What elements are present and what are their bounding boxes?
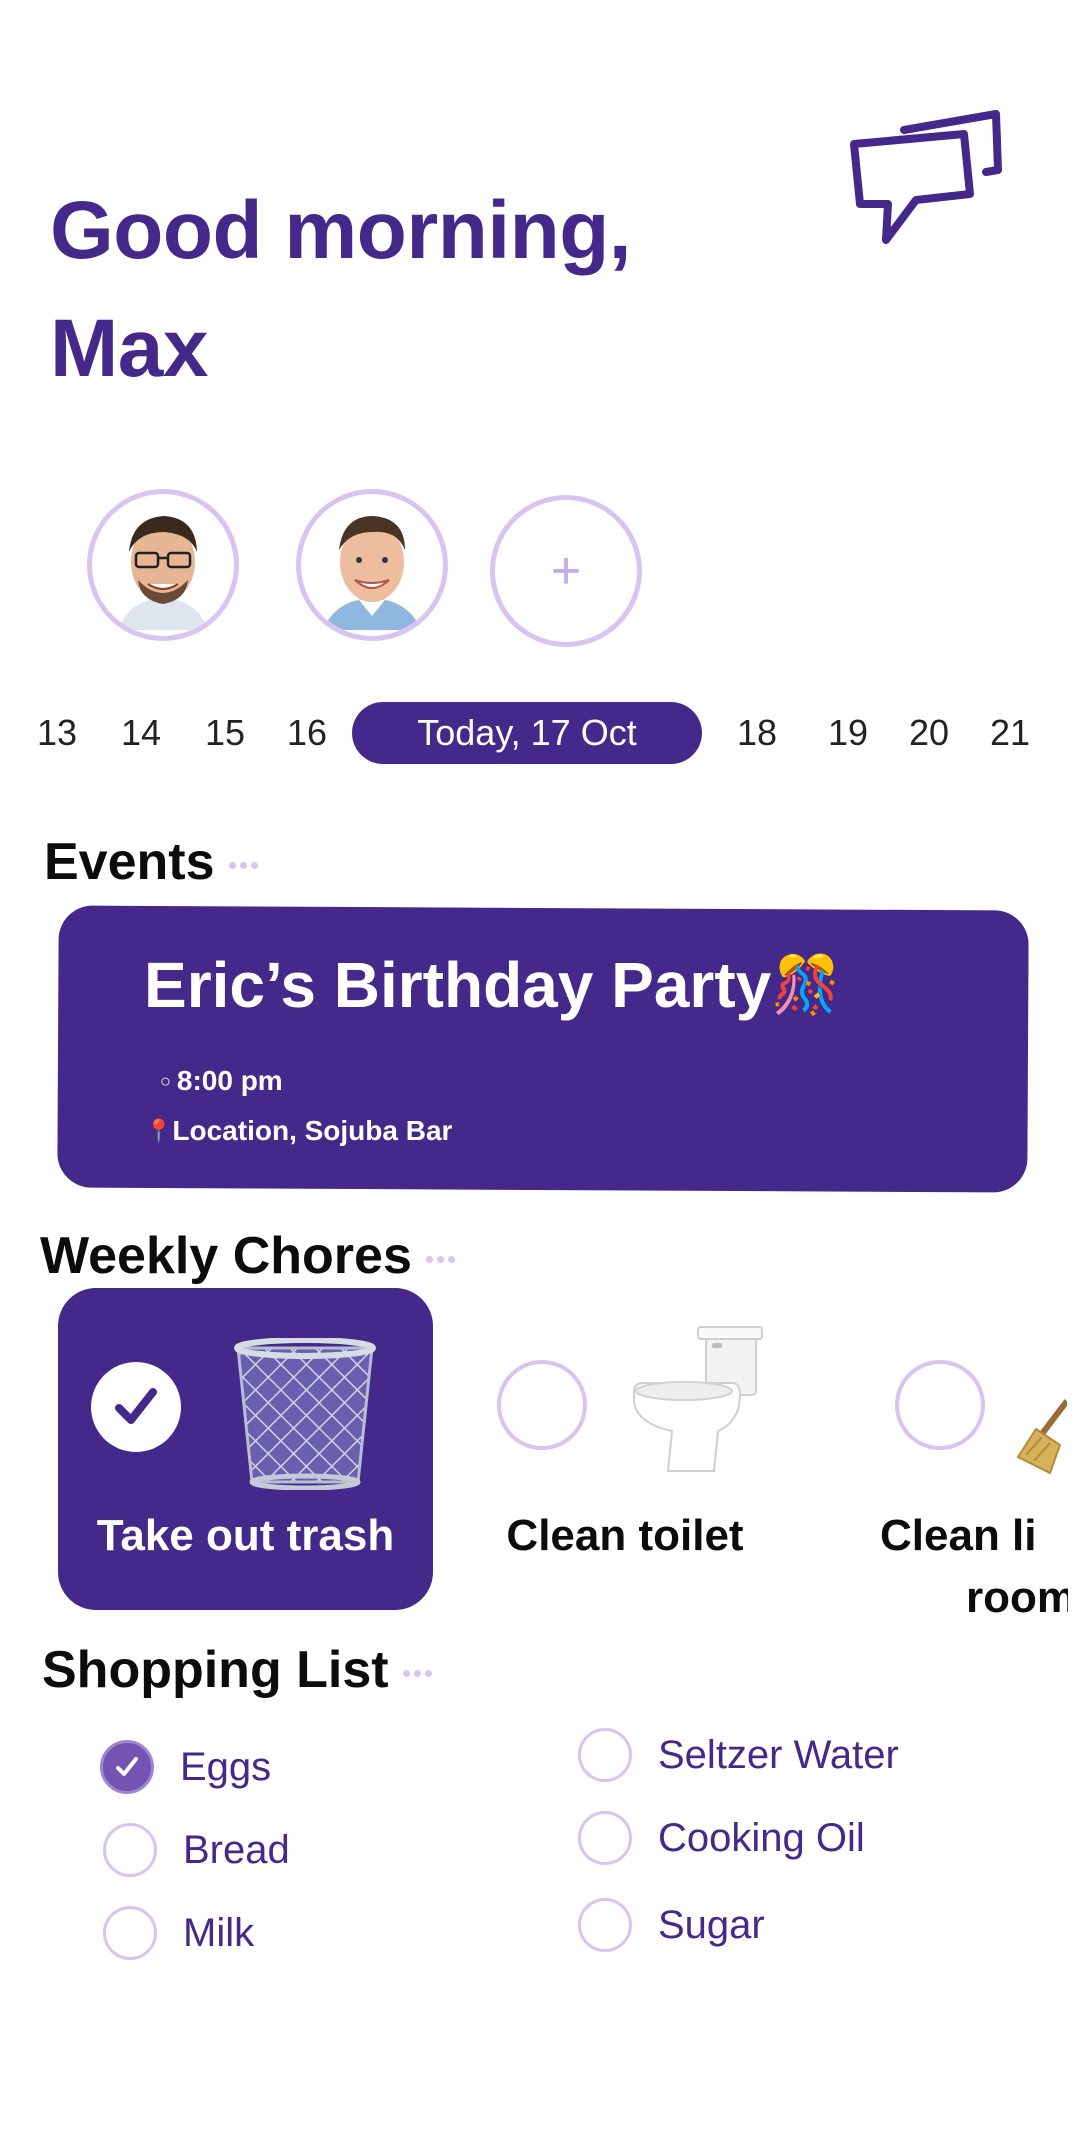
chore-living-room-label: Clean li room xyxy=(880,1505,1068,1629)
toilet-icon xyxy=(628,1325,763,1475)
chore-trash-label: Take out trash xyxy=(96,1511,395,1560)
plus-icon: + xyxy=(550,542,582,600)
checkmark-icon xyxy=(115,1388,157,1424)
shopping-item-milk[interactable]: Milk xyxy=(103,1906,254,1960)
add-member-button[interactable]: + xyxy=(490,495,642,647)
date-13[interactable]: 13 xyxy=(37,712,77,754)
trash-basket-icon xyxy=(230,1337,380,1491)
events-section-title: Events xyxy=(44,832,258,892)
shopping-sugar-label: Sugar xyxy=(658,1902,765,1947)
date-15[interactable]: 15 xyxy=(205,712,245,754)
shopping-cooking-oil-checkbox[interactable] xyxy=(578,1811,632,1865)
broom-icon xyxy=(1012,1395,1067,1475)
greeting-line-2: Max xyxy=(50,303,209,394)
events-more-icon[interactable] xyxy=(228,861,258,869)
chores-more-icon[interactable] xyxy=(425,1255,455,1263)
shopping-sugar-checkbox[interactable] xyxy=(578,1898,632,1952)
chore-living-room-line-2: room xyxy=(966,1573,1068,1622)
avatar-man-glasses-icon xyxy=(98,500,228,630)
chore-living-room-line-1: Clean li xyxy=(880,1511,1037,1560)
event-location-text: Location, Sojuba Bar xyxy=(172,1115,453,1146)
chores-title: Weekly Chores xyxy=(40,1227,412,1285)
party-popper-icon: 🎊 xyxy=(771,953,841,1016)
shopping-item-bread[interactable]: Bread xyxy=(103,1823,290,1877)
shopping-milk-label: Milk xyxy=(183,1910,255,1955)
shopping-seltzer-label: Seltzer Water xyxy=(658,1732,899,1777)
chore-toilet-checkbox[interactable] xyxy=(497,1360,587,1450)
member-avatar-2[interactable] xyxy=(296,489,448,641)
date-today-label: Today, 17 Oct xyxy=(417,712,637,753)
shopping-title: Shopping List xyxy=(42,1641,389,1699)
shopping-more-icon[interactable] xyxy=(402,1669,432,1677)
time-bullet-icon: ○ xyxy=(160,1070,171,1091)
date-20[interactable]: 20 xyxy=(909,712,949,754)
event-title-text: Eric’s Birthday Party xyxy=(144,949,772,1021)
avatar-man-smiling-icon xyxy=(307,500,437,630)
shopping-milk-checkbox[interactable] xyxy=(103,1906,157,1960)
events-title: Events xyxy=(44,833,215,891)
greeting-heading: Good morning, Max xyxy=(50,172,750,408)
checkmark-icon xyxy=(116,1757,138,1776)
shopping-bread-label: Bread xyxy=(183,1827,290,1872)
shopping-seltzer-checkbox[interactable] xyxy=(578,1728,632,1782)
event-title: Eric’s Birthday Party 🎊 xyxy=(144,948,841,1022)
shopping-bread-checkbox[interactable] xyxy=(103,1823,157,1877)
shopping-eggs-checkbox[interactable] xyxy=(100,1740,154,1794)
location-pin-icon: 📍 xyxy=(145,1118,173,1143)
greeting-line-1: Good morning, xyxy=(50,185,632,276)
date-16[interactable]: 16 xyxy=(287,712,327,754)
chore-living-room-checkbox[interactable] xyxy=(895,1360,985,1450)
date-21[interactable]: 21 xyxy=(990,712,1030,754)
shopping-cooking-oil-label: Cooking Oil xyxy=(658,1815,865,1860)
date-18[interactable]: 18 xyxy=(737,712,777,754)
chore-trash-checkbox[interactable] xyxy=(91,1362,181,1452)
event-time: ○ 8:00 pm xyxy=(160,1065,283,1097)
shopping-item-eggs[interactable]: Eggs xyxy=(100,1740,271,1794)
shopping-eggs-label: Eggs xyxy=(180,1744,272,1789)
shopping-item-seltzer[interactable]: Seltzer Water xyxy=(578,1728,899,1782)
shopping-section-title: Shopping List xyxy=(42,1640,432,1700)
chores-section-title: Weekly Chores xyxy=(40,1226,455,1286)
date-14[interactable]: 14 xyxy=(121,712,161,754)
event-location: 📍 Location, Sojuba Bar xyxy=(145,1115,452,1147)
date-today-pill[interactable]: Today, 17 Oct xyxy=(352,702,702,764)
date-19[interactable]: 19 xyxy=(828,712,868,754)
chore-toilet-label: Clean toilet xyxy=(506,1511,744,1560)
shopping-item-cooking-oil[interactable]: Cooking Oil xyxy=(578,1811,865,1865)
chat-bubbles-icon[interactable] xyxy=(846,108,1006,248)
shopping-item-sugar[interactable]: Sugar xyxy=(578,1898,765,1952)
event-time-text: 8:00 pm xyxy=(176,1065,283,1096)
member-avatar-1[interactable] xyxy=(87,489,239,641)
